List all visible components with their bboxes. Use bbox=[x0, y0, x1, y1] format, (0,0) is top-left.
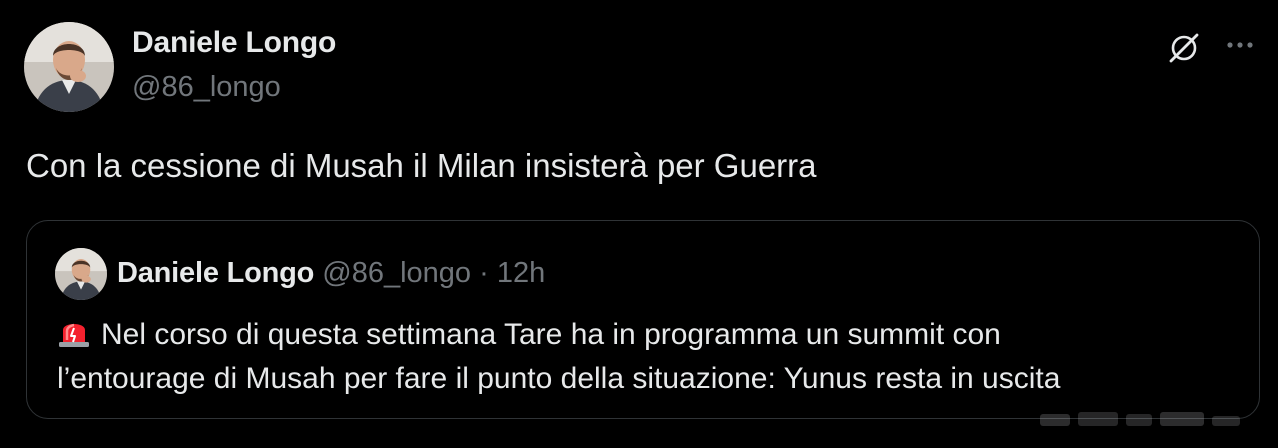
tweet-text: Con la cessione di Musah il Milan insist… bbox=[26, 147, 817, 184]
quoted-separator: · bbox=[479, 257, 489, 289]
quoted-time[interactable]: 12h bbox=[497, 257, 545, 289]
tweet: Daniele Longo @86_longo Con la cessione … bbox=[0, 0, 1278, 448]
avatar[interactable] bbox=[24, 22, 114, 112]
more-icon[interactable] bbox=[1222, 30, 1258, 60]
quoted-avatar[interactable] bbox=[55, 248, 107, 300]
quoted-tweet[interactable]: Daniele Longo @86_longo · 12h Nel corso … bbox=[26, 220, 1260, 419]
quoted-text-line-1: Nel corso di questa settimana Tare ha in… bbox=[57, 313, 1060, 357]
quoted-author-name[interactable]: Daniele Longo bbox=[117, 257, 314, 289]
rotating-light-icon bbox=[57, 316, 91, 348]
quoted-line-1: Nel corso di questa settimana Tare ha in… bbox=[101, 318, 1001, 351]
grok-icon[interactable] bbox=[1166, 30, 1202, 66]
quoted-author-handle[interactable]: @86_longo bbox=[322, 257, 471, 289]
quoted-header: Daniele Longo @86_longo · 12h bbox=[117, 257, 545, 290]
author-handle[interactable]: @86_longo bbox=[132, 71, 281, 104]
watermark bbox=[1030, 400, 1260, 436]
quoted-line-2: l’entourage di Musah per fare il punto d… bbox=[57, 362, 1061, 395]
quoted-text: Nel corso di questa settimana Tare ha in… bbox=[57, 313, 1060, 401]
author-name[interactable]: Daniele Longo bbox=[132, 26, 336, 60]
